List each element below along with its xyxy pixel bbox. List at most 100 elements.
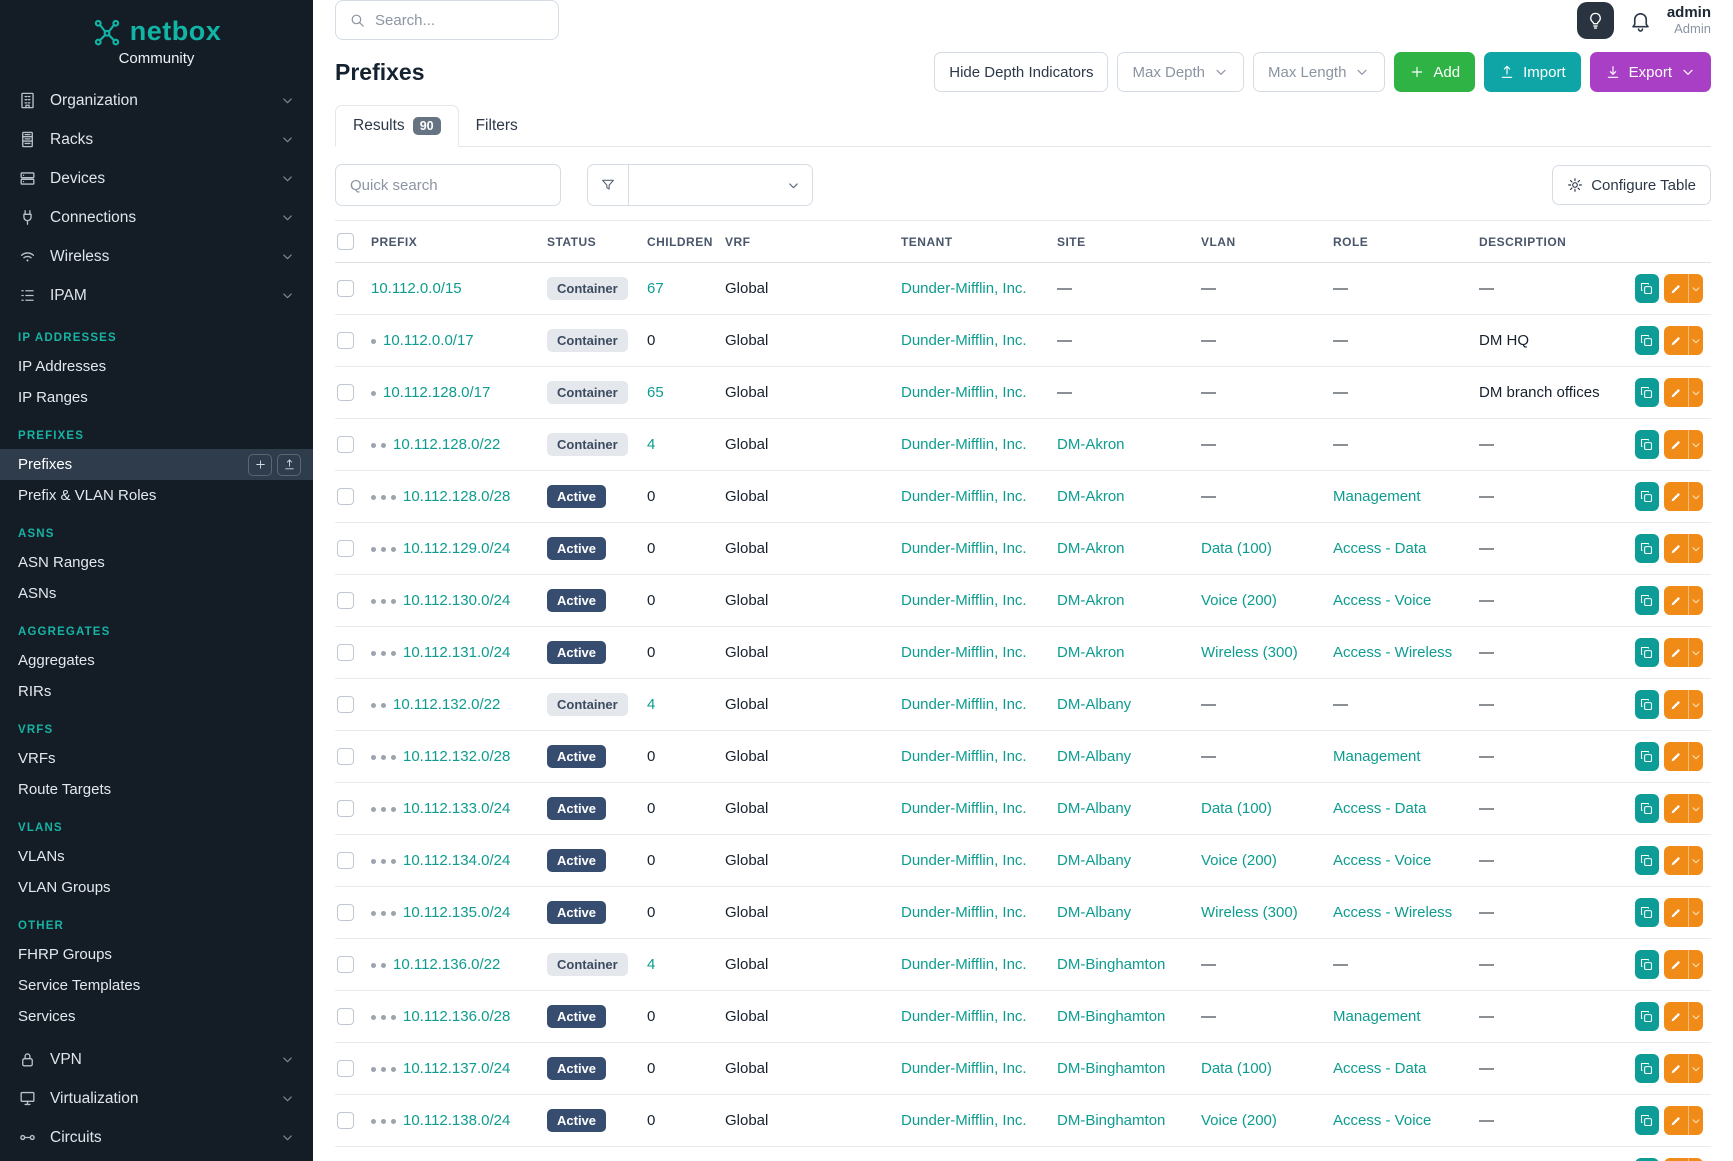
role-link[interactable]: Management	[1333, 1008, 1421, 1025]
column-header-site[interactable]: SITE	[1057, 221, 1201, 263]
vlan-link[interactable]: Data (100)	[1201, 540, 1272, 557]
edit-dropdown-caret[interactable]	[1688, 742, 1703, 771]
prefix-link[interactable]: 10.112.132.0/22	[393, 696, 500, 713]
edit-button[interactable]	[1664, 326, 1688, 355]
copy-button[interactable]	[1635, 794, 1659, 823]
quick-search-input[interactable]	[335, 164, 561, 206]
edit-button[interactable]	[1664, 846, 1688, 875]
max-length-dropdown[interactable]: Max Length	[1253, 52, 1385, 92]
children-count-link[interactable]: 4	[647, 696, 655, 713]
column-header-children[interactable]: CHILDREN	[647, 221, 725, 263]
edit-button[interactable]	[1664, 1106, 1688, 1135]
sidebar-item-route-targets[interactable]: Route Targets	[0, 774, 313, 805]
children-count-link[interactable]: 4	[647, 436, 655, 453]
sidebar-item-ip-addresses[interactable]: IP Addresses	[0, 351, 313, 382]
edit-dropdown-caret[interactable]	[1688, 846, 1703, 875]
role-link[interactable]: Access - Data	[1333, 1060, 1426, 1077]
sidebar-item-asn-ranges[interactable]: ASN Ranges	[0, 547, 313, 578]
tenant-link[interactable]: Dunder-Mifflin, Inc.	[901, 1060, 1027, 1077]
edit-button[interactable]	[1664, 534, 1688, 563]
tenant-link[interactable]: Dunder-Mifflin, Inc.	[901, 1112, 1027, 1129]
vlan-link[interactable]: Wireless (300)	[1201, 904, 1298, 921]
row-checkbox[interactable]	[337, 384, 354, 401]
edit-dropdown-caret[interactable]	[1688, 950, 1703, 979]
edit-button[interactable]	[1664, 742, 1688, 771]
row-checkbox[interactable]	[337, 800, 354, 817]
edit-button[interactable]	[1664, 950, 1688, 979]
row-checkbox[interactable]	[337, 748, 354, 765]
sidebar-item-prefixes[interactable]: Prefixes	[0, 449, 313, 480]
edit-dropdown-caret[interactable]	[1688, 638, 1703, 667]
sidebar-item-aggregates[interactable]: Aggregates	[0, 645, 313, 676]
prefix-link[interactable]: 10.112.136.0/22	[393, 956, 500, 973]
edit-button[interactable]	[1664, 482, 1688, 511]
sidebar-item-ipam[interactable]: IPAM	[0, 276, 313, 315]
prefix-link[interactable]: 10.112.0.0/15	[371, 280, 462, 297]
edit-button[interactable]	[1664, 898, 1688, 927]
sidebar-item-vpn[interactable]: VPN	[0, 1040, 313, 1079]
site-link[interactable]: DM-Binghamton	[1057, 956, 1165, 973]
vlan-link[interactable]: Voice (200)	[1201, 852, 1277, 869]
prefix-link[interactable]: 10.112.135.0/24	[403, 904, 510, 921]
copy-button[interactable]	[1635, 378, 1659, 407]
theme-toggle-button[interactable]	[1577, 2, 1614, 39]
row-checkbox[interactable]	[337, 332, 354, 349]
tenant-link[interactable]: Dunder-Mifflin, Inc.	[901, 280, 1027, 297]
sidebar-item-connections[interactable]: Connections	[0, 198, 313, 237]
row-checkbox[interactable]	[337, 540, 354, 557]
vlan-link[interactable]: Voice (200)	[1201, 592, 1277, 609]
role-link[interactable]: Access - Data	[1333, 540, 1426, 557]
site-link[interactable]: DM-Albany	[1057, 696, 1131, 713]
site-link[interactable]: DM-Akron	[1057, 592, 1125, 609]
global-search-input[interactable]	[375, 12, 574, 29]
tab-results[interactable]: Results 90	[335, 105, 459, 147]
copy-button[interactable]	[1635, 1002, 1659, 1031]
tenant-link[interactable]: Dunder-Mifflin, Inc.	[901, 904, 1027, 921]
site-link[interactable]: DM-Binghamton	[1057, 1008, 1165, 1025]
vlan-link[interactable]: Voice (200)	[1201, 1112, 1277, 1129]
site-link[interactable]: DM-Akron	[1057, 644, 1125, 661]
row-checkbox[interactable]	[337, 436, 354, 453]
sidebar-item-asns[interactable]: ASNs	[0, 578, 313, 609]
tenant-link[interactable]: Dunder-Mifflin, Inc.	[901, 956, 1027, 973]
edit-button[interactable]	[1664, 638, 1688, 667]
export-button[interactable]: Export	[1590, 52, 1711, 92]
role-link[interactable]: Access - Wireless	[1333, 644, 1452, 661]
row-checkbox[interactable]	[337, 488, 354, 505]
sidebar-item-ip-ranges[interactable]: IP Ranges	[0, 382, 313, 413]
prefix-link[interactable]: 10.112.131.0/24	[403, 644, 510, 661]
saved-filter-select[interactable]	[629, 164, 813, 206]
edit-button[interactable]	[1664, 274, 1688, 303]
copy-button[interactable]	[1635, 898, 1659, 927]
sidebar-item-circuits[interactable]: Circuits	[0, 1118, 313, 1157]
column-header-prefix[interactable]: PREFIX	[371, 221, 547, 263]
copy-button[interactable]	[1635, 846, 1659, 875]
prefix-link[interactable]: 10.112.136.0/28	[403, 1008, 510, 1025]
sidebar-item-vlans[interactable]: VLANs	[0, 841, 313, 872]
tenant-link[interactable]: Dunder-Mifflin, Inc.	[901, 800, 1027, 817]
prefix-link[interactable]: 10.112.129.0/24	[403, 540, 510, 557]
tenant-link[interactable]: Dunder-Mifflin, Inc.	[901, 696, 1027, 713]
netbox-logo[interactable]: netbox Community	[0, 16, 313, 67]
role-link[interactable]: Management	[1333, 748, 1421, 765]
edit-dropdown-caret[interactable]	[1688, 586, 1703, 615]
row-checkbox[interactable]	[337, 1060, 354, 1077]
column-header-description[interactable]: DESCRIPTION	[1479, 221, 1635, 263]
site-link[interactable]: DM-Binghamton	[1057, 1112, 1165, 1129]
configure-table-button[interactable]: Configure Table	[1552, 165, 1711, 205]
tenant-link[interactable]: Dunder-Mifflin, Inc.	[901, 384, 1027, 401]
prefix-link[interactable]: 10.112.130.0/24	[403, 592, 510, 609]
copy-button[interactable]	[1635, 482, 1659, 511]
select-all-checkbox[interactable]	[337, 233, 354, 250]
sidebar-item-wireless[interactable]: Wireless	[0, 237, 313, 276]
row-checkbox[interactable]	[337, 1112, 354, 1129]
role-link[interactable]: Access - Voice	[1333, 1112, 1431, 1129]
edit-dropdown-caret[interactable]	[1688, 898, 1703, 927]
children-count-link[interactable]: 67	[647, 280, 664, 297]
tenant-link[interactable]: Dunder-Mifflin, Inc.	[901, 644, 1027, 661]
global-search[interactable]	[335, 0, 559, 40]
vlan-link[interactable]: Data (100)	[1201, 800, 1272, 817]
sidebar-item-vrfs[interactable]: VRFs	[0, 743, 313, 774]
sidebar-item-virtualization[interactable]: Virtualization	[0, 1079, 313, 1118]
sidebar-item-services[interactable]: Services	[0, 1001, 313, 1032]
